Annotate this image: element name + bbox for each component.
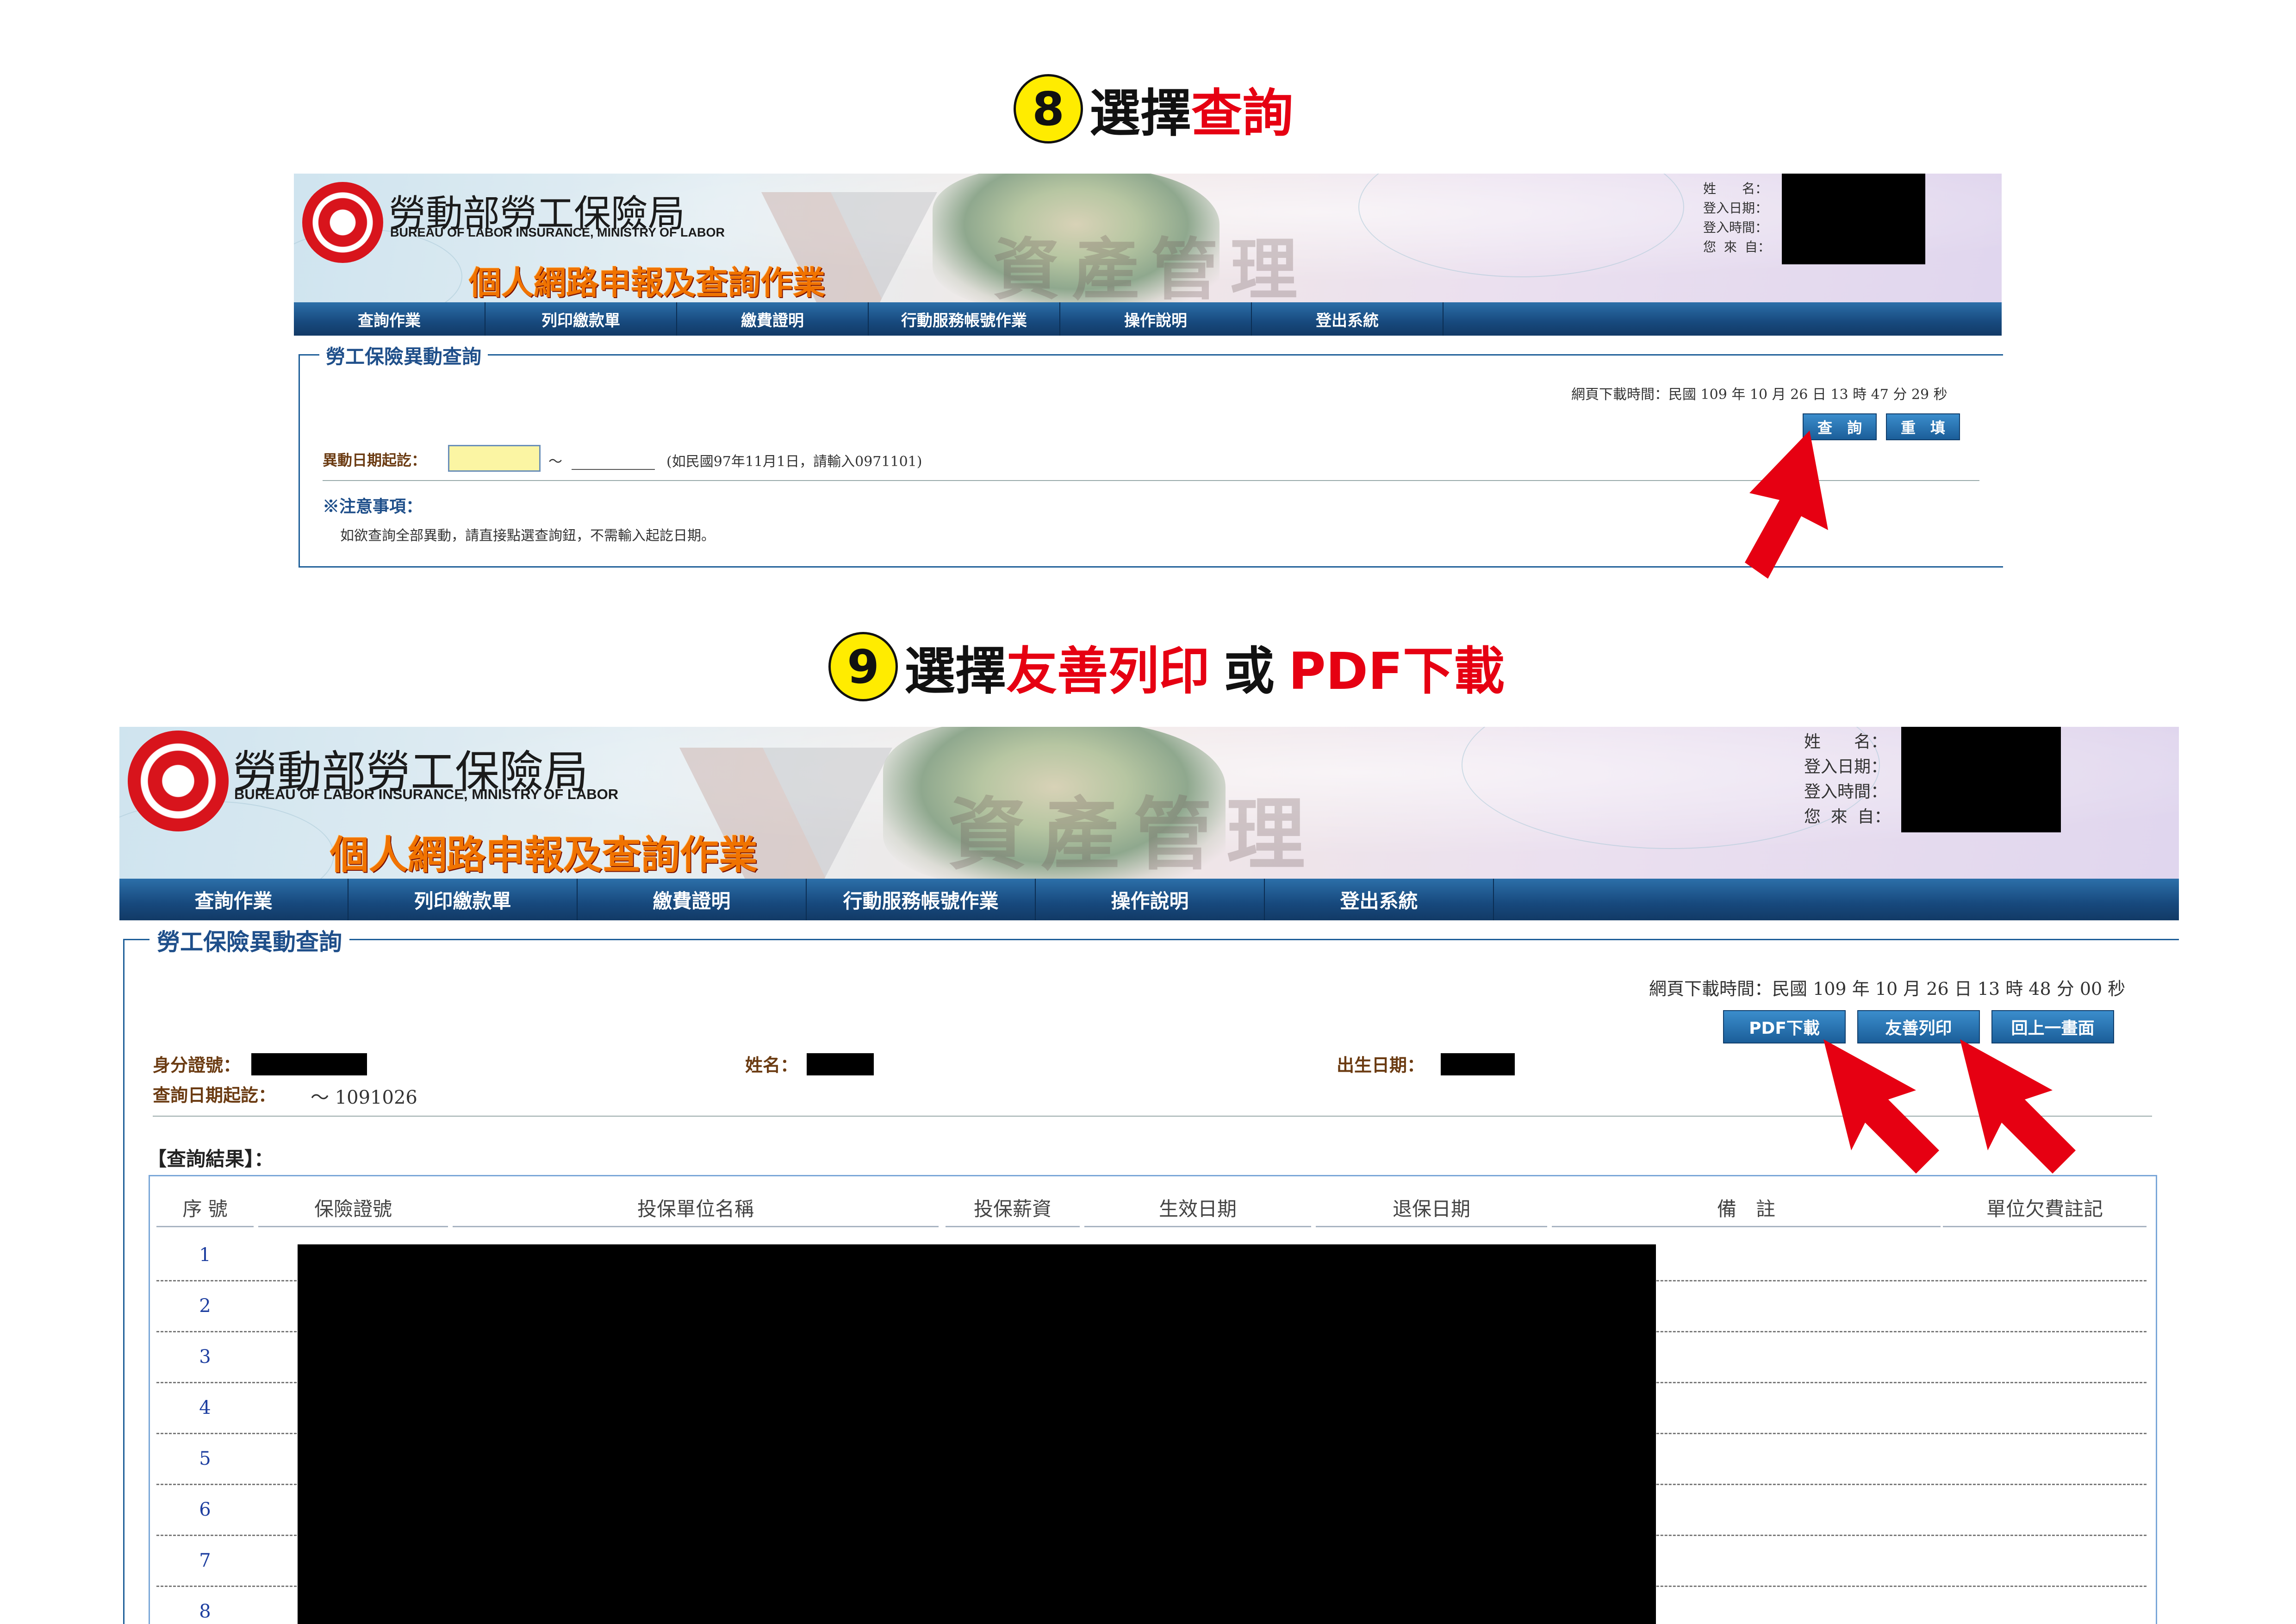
panel-legend: 勞工保險異動查詢	[149, 924, 349, 957]
main-nav: 查詢作業 列印繳款單 繳費證明 行動服務帳號作業 操作說明 登出系統	[119, 879, 2179, 920]
step-text: 選擇	[1089, 84, 1191, 143]
step9-heading: 9 選擇 友善列印 或 PDF下載	[828, 632, 1505, 701]
main-nav: 查詢作業 列印繳款單 繳費證明 行動服務帳號作業 操作說明 登出系統	[294, 302, 2002, 336]
system-title: 個人網路申報及查詢作業	[330, 832, 758, 878]
banner-watermark: 資產管理	[948, 788, 1319, 879]
col-header-insurance-no: 保險證號	[314, 1198, 392, 1220]
table-row-seq: 7	[199, 1550, 211, 1571]
user-label-from: 您 來 自：	[1804, 807, 1891, 826]
reset-button[interactable]: 重 填	[1886, 413, 1960, 440]
table-row-seq: 1	[199, 1244, 211, 1266]
back-button[interactable]: 回上一畫面	[1991, 1010, 2114, 1043]
site-banner: 資產管理 勞動部勞工保險局 BUREAU OF LABOR INSURANCE,…	[119, 727, 2179, 879]
nav-item-help[interactable]: 操作說明	[1036, 879, 1265, 920]
step8-heading: 8 選擇 查詢	[1014, 74, 1293, 144]
date-hint: (如民國97年11月1日，請輸入0971101)	[666, 454, 922, 470]
redacted-table-data	[298, 1244, 1656, 1624]
step-number-badge: 9	[828, 632, 898, 701]
user-label-name: 姓 名：	[1703, 181, 1768, 196]
id-label: 身分證號：	[153, 1055, 241, 1075]
header-underline	[156, 1226, 254, 1227]
site-banner: 資產管理 勞動部勞工保險局 BUREAU OF LABOR INSURANCE,…	[294, 174, 2002, 302]
step-highlight-print: 友善列印	[1006, 642, 1210, 701]
nav-item-help[interactable]: 操作說明	[1060, 302, 1252, 336]
nav-item-payment-proof[interactable]: 繳費證明	[677, 302, 869, 336]
end-date-input[interactable]	[572, 447, 655, 470]
user-label-name: 姓 名：	[1804, 732, 1888, 751]
user-info-labels: 姓 名： 登入日期： 登入時間： 您 來 自：	[1703, 179, 1771, 257]
tilde: ～	[548, 454, 562, 470]
step-number-badge: 8	[1014, 74, 1083, 144]
bureau-name-en: BUREAU OF LABOR INSURANCE, MINISTRY OF L…	[390, 225, 725, 239]
nav-item-payment-proof[interactable]: 繳費證明	[578, 879, 807, 920]
user-label-login-date: 登入日期：	[1804, 757, 1888, 776]
nav-item-print-bill[interactable]: 列印繳款單	[485, 302, 677, 336]
step-highlight-pdf: PDF下載	[1288, 642, 1505, 701]
bureau-logo-icon	[302, 182, 383, 263]
col-header-withdraw-date: 退保日期	[1392, 1198, 1470, 1220]
nav-item-query[interactable]: 查詢作業	[119, 879, 348, 920]
header-underline	[946, 1226, 1080, 1227]
col-header-remarks: 備 註	[1717, 1198, 1775, 1220]
banner-watermark: 資產管理	[993, 231, 1310, 302]
col-header-seq: 序 號	[182, 1198, 228, 1220]
col-header-unit-name: 投保單位名稱	[637, 1198, 754, 1220]
date-range-label: 異動日期起訖：	[323, 451, 427, 469]
notice-title: ※注意事項：	[323, 497, 423, 516]
header-underline	[258, 1226, 448, 1227]
user-label-from: 您 來 自：	[1703, 239, 1771, 255]
redacted-user-info	[1782, 174, 1925, 264]
header-underline	[1552, 1226, 1941, 1227]
birth-label: 出生日期：	[1337, 1055, 1425, 1075]
pointer-arrow-icon	[1823, 1039, 1939, 1174]
col-header-salary: 投保薪資	[973, 1198, 1052, 1220]
redacted-id	[251, 1053, 367, 1075]
notice-text: 如欲查詢全部異動，請直接點選查詢鈕，不需輸入起訖日期。	[340, 528, 715, 544]
friendly-print-button[interactable]: 友善列印	[1857, 1010, 1980, 1043]
nav-item-logout[interactable]: 登出系統	[1265, 879, 1494, 920]
pointer-arrow-icon	[1960, 1039, 2076, 1174]
table-row-seq: 6	[199, 1499, 211, 1520]
table-row-seq: 2	[199, 1295, 211, 1317]
step-text-or: 或	[1224, 642, 1275, 701]
table-row-seq: 8	[199, 1601, 211, 1622]
nav-item-mobile-account[interactable]: 行動服務帳號作業	[869, 302, 1060, 336]
query-range-label: 查詢日期起訖：	[153, 1085, 276, 1106]
bureau-name-en: BUREAU OF LABOR INSURANCE, MINISTRY OF L…	[234, 786, 619, 802]
panel-legend: 勞工保險異動查詢	[319, 341, 488, 369]
redacted-name	[807, 1053, 874, 1075]
result-label: 【查詢結果】：	[147, 1148, 274, 1170]
pdf-download-button[interactable]: PDF下載	[1723, 1010, 1846, 1043]
user-label-login-date: 登入日期：	[1703, 200, 1768, 216]
banner-swirl	[1358, 174, 1684, 277]
nav-item-query[interactable]: 查詢作業	[294, 302, 485, 336]
nav-item-mobile-account[interactable]: 行動服務帳號作業	[807, 879, 1036, 920]
query-range-value: ～ 1091026	[311, 1087, 417, 1108]
table-row-seq: 3	[199, 1346, 211, 1368]
nav-item-print-bill[interactable]: 列印繳款單	[348, 879, 578, 920]
user-label-login-time: 登入時間：	[1703, 220, 1768, 235]
start-date-input[interactable]	[448, 445, 541, 472]
col-header-effective-date: 生效日期	[1158, 1198, 1237, 1220]
name-label: 姓名：	[745, 1055, 798, 1075]
table-row-seq: 4	[199, 1397, 211, 1418]
header-underline	[453, 1226, 939, 1227]
header-underline	[1084, 1226, 1311, 1227]
user-label-login-time: 登入時間：	[1804, 782, 1888, 801]
col-header-arrears: 單位欠費註記	[1986, 1198, 2103, 1220]
user-info-labels: 姓 名： 登入日期： 登入時間： 您 來 自：	[1804, 730, 1891, 830]
bureau-logo-icon	[128, 731, 229, 831]
pointer-arrow-icon	[1745, 431, 1828, 579]
nav-item-logout[interactable]: 登出系統	[1252, 302, 1444, 336]
redacted-birth	[1441, 1053, 1515, 1075]
redacted-user-info	[1901, 727, 2061, 832]
system-title: 個人網路申報及查詢作業	[469, 263, 825, 302]
download-time: 網頁下載時間：民國 109 年 10 月 26 日 13 時 47 分 29 秒	[1571, 387, 1948, 403]
header-underline	[1943, 1226, 2147, 1227]
header-underline	[1316, 1226, 1547, 1227]
table-row-seq: 5	[199, 1448, 211, 1469]
download-time: 網頁下載時間：民國 109 年 10 月 26 日 13 時 48 分 00 秒	[1649, 979, 2126, 999]
step-highlight: 查詢	[1191, 84, 1293, 143]
step-text: 選擇	[904, 642, 1006, 701]
